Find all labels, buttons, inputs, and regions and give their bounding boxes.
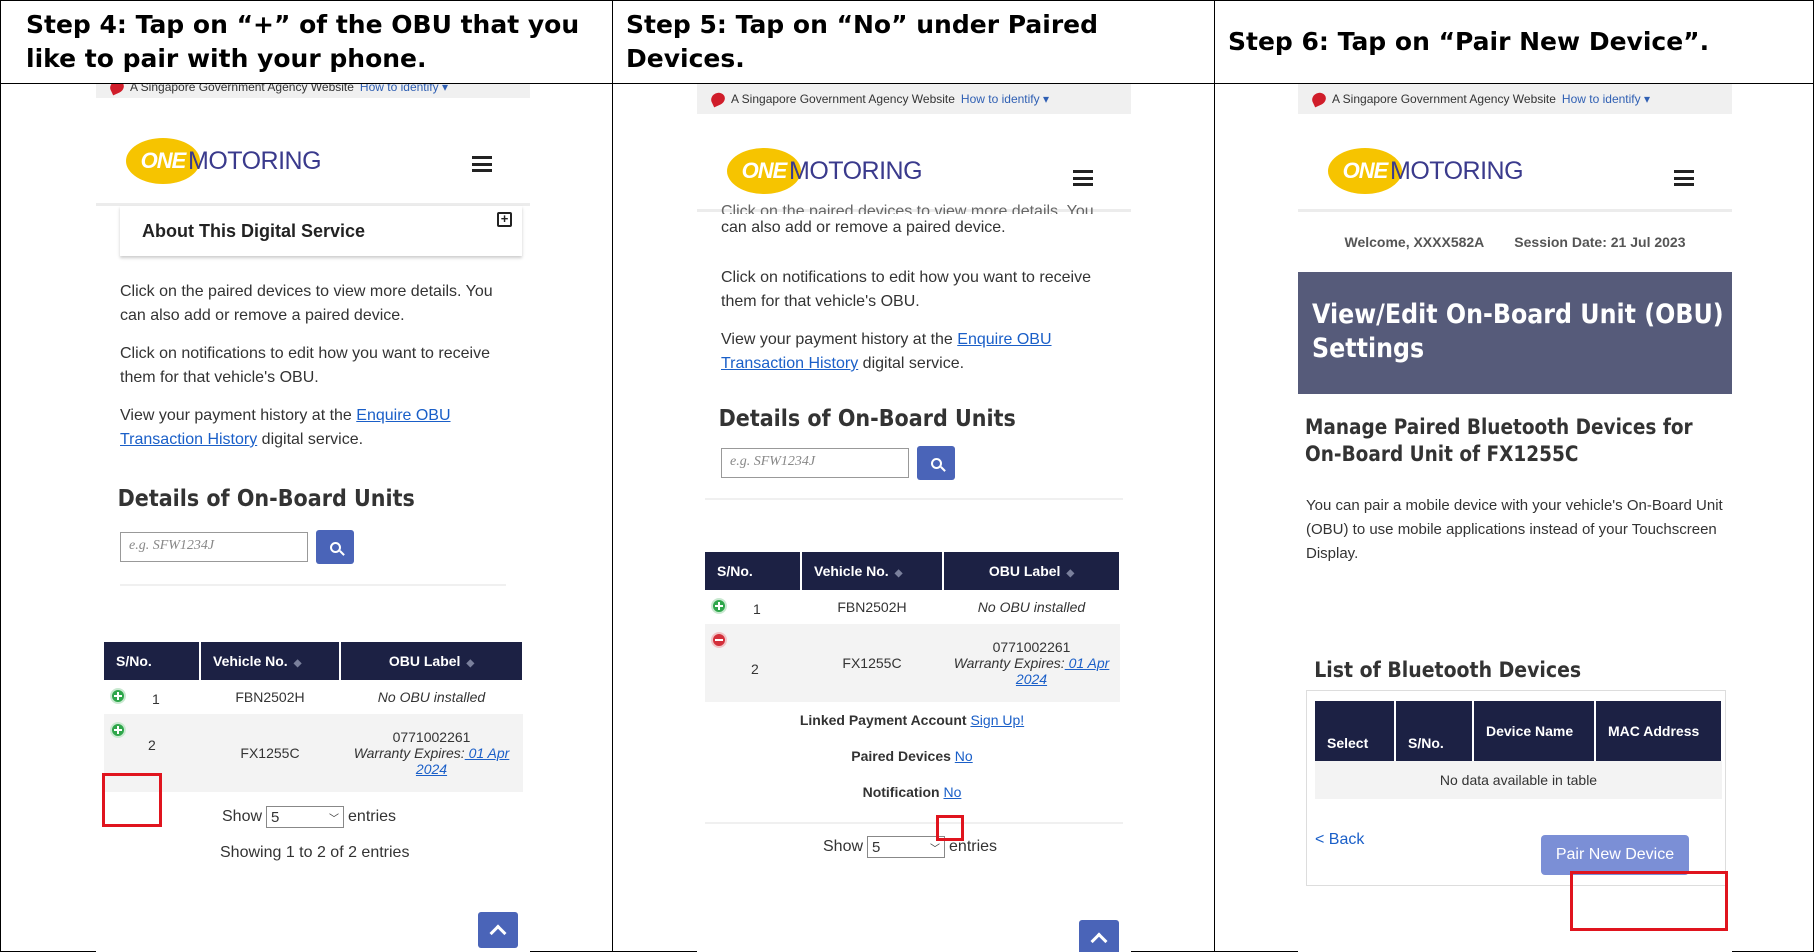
search-button[interactable] <box>917 446 955 480</box>
entries-select[interactable]: 5 ﹀ <box>867 836 946 858</box>
session-date: Session Date: 21 Jul 2023 <box>1514 234 1686 250</box>
payment-history-paragraph: View your payment history at the Enquire… <box>120 407 451 448</box>
notifications-paragraph: Click on notifications to edit how you w… <box>721 269 1091 310</box>
gov-banner: A Singapore Government Agency Website Ho… <box>1298 84 1732 114</box>
column-divider <box>612 0 613 952</box>
step6-screenshot: A Singapore Government Agency Website Ho… <box>1298 84 1732 952</box>
table-row: 1 FBN2502H No OBU installed <box>104 680 523 714</box>
step6-header: Step 6: Tap on “Pair New Device”. <box>1228 26 1710 56</box>
list-title: List of Bluetooth Devices <box>1314 658 1582 682</box>
vehicle-search-input[interactable]: e.g. SFW1234J <box>120 532 308 562</box>
notification-row: Notification No <box>862 784 962 800</box>
notifications-paragraph: Click on notifications to edit how you w… <box>120 345 490 386</box>
onemotoring-logo[interactable]: ONE MOTORING <box>126 138 322 184</box>
devices-card: Select S/No. Device Name MAC Address No … <box>1306 690 1726 886</box>
lion-head-icon <box>709 90 727 108</box>
gov-banner: A Singapore Government Agency Website Ho… <box>96 84 530 98</box>
search-button[interactable] <box>316 530 354 564</box>
vehicle-search-input[interactable]: e.g. SFW1234J <box>721 448 909 478</box>
step5-header: Step 5: Tap on “No” under Paired Devices… <box>626 9 1098 73</box>
notification-no-link[interactable]: No <box>943 784 961 800</box>
search-icon <box>329 541 341 553</box>
expand-row-icon[interactable] <box>110 722 126 738</box>
table-row: 1 FBN2502H No OBU installed <box>705 590 1120 624</box>
highlight-box <box>102 773 162 827</box>
section-title: Details of On-Board Units <box>117 486 415 512</box>
hamburger-menu-icon[interactable] <box>1674 170 1694 186</box>
table-row: 2 FX1255C 0771002261 Warranty Expires: 01… <box>705 624 1120 702</box>
lion-head-icon <box>1310 90 1328 108</box>
pair-new-device-button[interactable]: Pair New Device <box>1541 835 1689 875</box>
expand-row-icon[interactable] <box>110 687 126 704</box>
how-to-identify-link[interactable]: How to identify ▾ <box>1562 92 1650 106</box>
step4-screenshot: A Singapore Government Agency Website Ho… <box>96 84 530 952</box>
pair-description: You can pair a mobile device with your v… <box>1306 497 1723 562</box>
step4-header: Step 4: Tap on “+” of the OBU that you l… <box>26 9 580 73</box>
show-entries: Show 5 ﹀ entries <box>697 836 1131 858</box>
gov-banner: A Singapore Government Agency Website Ho… <box>697 84 1131 114</box>
entries-select[interactable]: 5 ﹀ <box>266 806 345 828</box>
hamburger-menu-icon[interactable] <box>1073 170 1093 186</box>
expand-icon[interactable]: + <box>497 212 512 227</box>
manage-title: Manage Paired Bluetooth Devices for On-B… <box>1305 415 1693 466</box>
scroll-top-button[interactable] <box>478 912 518 948</box>
page-title: View/Edit On-Board Unit (OBU) Settings <box>1312 299 1724 364</box>
linked-payment-row: Linked Payment Account Sign Up! <box>799 712 1025 728</box>
expand-row-icon[interactable] <box>711 597 727 614</box>
collapse-row-icon[interactable] <box>711 632 727 648</box>
col-sno[interactable]: S/No. <box>104 642 201 680</box>
highlight-box <box>936 815 964 841</box>
col-obu-label[interactable]: OBU Label ◆ <box>340 642 524 680</box>
col-vehicle[interactable]: Vehicle No. ◆ <box>200 642 341 680</box>
accordion-title: About This Digital Service <box>142 220 366 241</box>
chevron-up-icon <box>1090 932 1108 950</box>
column-divider <box>1214 0 1215 952</box>
scroll-top-button[interactable] <box>1079 920 1119 952</box>
about-accordion[interactable]: About This Digital Service + <box>120 206 522 256</box>
devices-table: Select S/No. Device Name MAC Address No … <box>1315 701 1723 799</box>
gov-banner-text: A Singapore Government Agency Website <box>130 84 354 94</box>
step5-screenshot: A Singapore Government Agency Website Ho… <box>697 84 1131 952</box>
intro-paragraph: Click on the paired devices to view more… <box>120 283 493 324</box>
section-title: Details of On-Board Units <box>718 406 1016 432</box>
empty-table-message: No data available in table <box>1315 761 1722 799</box>
highlight-box <box>1570 871 1728 931</box>
how-to-identify-link[interactable]: How to identify ▾ <box>961 92 1049 106</box>
paired-devices-row: Paired Devices No <box>851 748 973 764</box>
payment-history-paragraph: View your payment history at the Enquire… <box>721 331 1052 372</box>
welcome-text: Welcome, XXXX582A <box>1344 234 1485 250</box>
paired-devices-no-link[interactable]: No <box>955 748 973 764</box>
entries-info: Showing 1 to 2 of 2 entries <box>220 844 410 861</box>
back-link[interactable]: < Back <box>1315 831 1364 849</box>
onemotoring-logo[interactable]: ONE MOTORING <box>727 148 923 194</box>
sign-up-link[interactable]: Sign Up! <box>970 712 1024 728</box>
hamburger-menu-icon[interactable] <box>472 156 492 172</box>
session-info: Welcome, XXXX582A Session Date: 21 Jul 2… <box>1298 212 1732 272</box>
onemotoring-logo[interactable]: ONE MOTORING <box>1328 148 1524 194</box>
obu-table: S/No. Vehicle No. ◆ OBU Label ◆ 1 FBN2502H… <box>104 642 524 792</box>
search-icon <box>930 457 942 469</box>
lion-head-icon <box>108 84 126 96</box>
table-row: 2 FX1255C 0771002261 Warranty Expires: 01… <box>104 714 523 792</box>
chevron-up-icon <box>489 924 507 942</box>
how-to-identify-link[interactable]: How to identify ▾ <box>360 84 448 94</box>
obu-table: S/No. Vehicle No. ◆ OBU Label ◆ 1 FBN2502H… <box>705 552 1121 702</box>
page-banner: View/Edit On-Board Unit (OBU) Settings <box>1298 272 1732 394</box>
